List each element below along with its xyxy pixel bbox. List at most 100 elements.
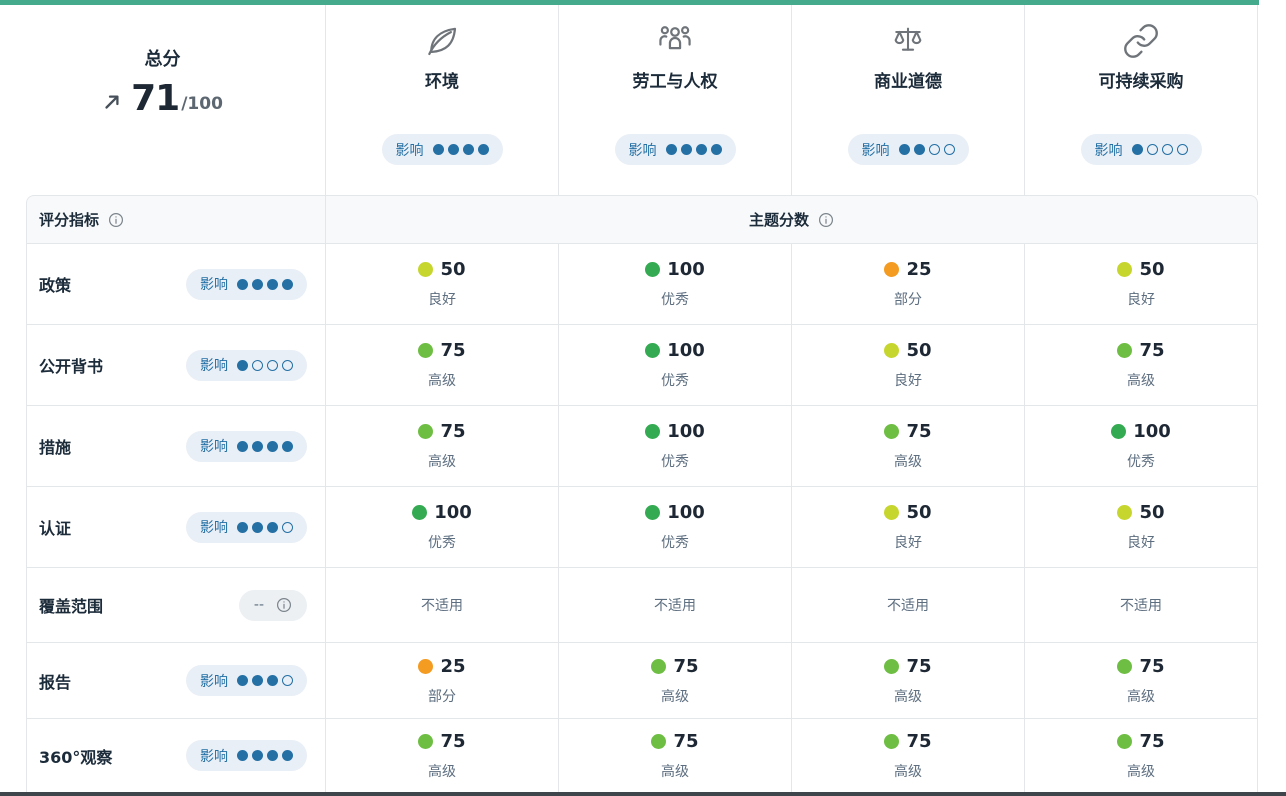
score-cell: 75高级: [1024, 642, 1258, 718]
score-rating: 部分: [894, 289, 922, 309]
column-header: 环境影响: [325, 5, 558, 195]
info-icon[interactable]: [276, 597, 292, 613]
criteria-row-label-cell: 覆盖范围--: [0, 567, 325, 642]
criteria-label: 政策: [39, 272, 71, 296]
score-line: 75: [418, 340, 465, 361]
criteria-label: 认证: [39, 515, 71, 539]
info-icon[interactable]: [818, 212, 834, 228]
score-line: 100: [645, 259, 705, 280]
impact-dot: [282, 441, 293, 452]
score-line: 75: [651, 656, 698, 677]
score-value: 75: [906, 656, 931, 677]
score-value: 75: [440, 340, 465, 361]
score-value: 100: [667, 340, 705, 361]
na-cell: 不适用: [1024, 567, 1258, 642]
total-score-line: 71 /100: [102, 81, 223, 117]
criteria-row-inner: 公开背书影响: [26, 324, 325, 405]
impact-badge: 影响: [186, 512, 307, 543]
score-value: 50: [1139, 259, 1164, 280]
score-line: 75: [884, 421, 931, 442]
score-cell: 100优秀: [558, 405, 791, 486]
criteria-row-label-cell: 措施影响: [0, 405, 325, 486]
impact-dot: [252, 279, 263, 290]
column-title: 环境: [425, 67, 459, 92]
score-cell: 50 良好: [1024, 243, 1258, 324]
impact-dot: [267, 675, 278, 686]
score-value: 100: [1133, 421, 1171, 442]
score-cell: 25部分: [325, 642, 558, 718]
impact-badge: 影响: [186, 350, 307, 381]
score-rating: 优秀: [428, 532, 456, 552]
impact-dots: [237, 360, 293, 371]
score-line: 50: [1117, 259, 1164, 280]
score-dot: [884, 734, 899, 749]
score-cell: 50良好: [791, 324, 1024, 405]
na-label: 不适用: [887, 595, 929, 615]
trend-up-icon: [102, 92, 122, 112]
score-dot: [412, 505, 427, 520]
impact-label: 影响: [200, 517, 228, 537]
impact-badge: 影响: [186, 269, 307, 300]
criteria-row-inner: 360°观察影响: [26, 718, 325, 792]
people-group-icon: [655, 21, 695, 61]
criteria-header-cell: 评分指标: [0, 195, 325, 243]
score-line: 75: [651, 731, 698, 752]
coverage-dash: --: [254, 597, 264, 613]
score-dot: [884, 505, 899, 520]
topic-scores-header-cell: 主题分数: [325, 195, 1258, 243]
na-label: 不适用: [421, 595, 463, 615]
na-label: 不适用: [1120, 595, 1162, 615]
impact-dot: [282, 360, 293, 371]
impact-dot: [1162, 144, 1173, 155]
score-value: 100: [667, 421, 705, 442]
impact-dot: [1132, 144, 1143, 155]
score-value: 25: [906, 259, 931, 280]
score-line: 50: [884, 502, 931, 523]
impact-dots: [1132, 144, 1188, 155]
impact-label: 影响: [396, 140, 424, 160]
score-dot: [884, 659, 899, 674]
criteria-row-label-cell: 政策 影响: [0, 243, 325, 324]
impact-dots: [237, 279, 293, 290]
score-cell: 100优秀: [1024, 405, 1258, 486]
score-value: 25: [440, 656, 465, 677]
impact-dot: [252, 441, 263, 452]
impact-label: 影响: [200, 355, 228, 375]
summary-cell: 总分 71 /100: [0, 5, 325, 195]
info-icon[interactable]: [108, 212, 124, 228]
score-rating: 高级: [894, 451, 922, 471]
impact-dots: [237, 441, 293, 452]
score-value: 50: [1139, 502, 1164, 523]
score-value: 75: [1139, 340, 1164, 361]
score-dot: [1117, 262, 1132, 277]
impact-dot: [252, 360, 263, 371]
score-dot: [1117, 343, 1132, 358]
impact-dot: [237, 522, 248, 533]
score-line: 75: [1117, 731, 1164, 752]
score-cell: 100优秀: [325, 486, 558, 567]
impact-label: 影响: [200, 671, 228, 691]
score-cell: 75高级: [325, 324, 558, 405]
impact-badge: 影响: [848, 134, 969, 165]
score-dot: [884, 424, 899, 439]
score-cell: 75 高级: [791, 405, 1024, 486]
score-value: 75: [440, 421, 465, 442]
bottom-edge-bar: [0, 792, 1286, 796]
score-cell: 100优秀: [558, 486, 791, 567]
score-value: 75: [673, 731, 698, 752]
na-label: 不适用: [654, 595, 696, 615]
score-rating: 高级: [428, 761, 456, 781]
score-cell: 100优秀: [558, 243, 791, 324]
score-dot: [645, 343, 660, 358]
total-score-max: /100: [181, 94, 223, 114]
score-cell: 75 高级: [1024, 324, 1258, 405]
score-dot: [645, 262, 660, 277]
score-rating: 高级: [1127, 370, 1155, 390]
score-rating: 良好: [1127, 289, 1155, 309]
score-line: 75: [1117, 340, 1164, 361]
score-value: 100: [667, 259, 705, 280]
impact-dots: [899, 144, 955, 155]
score-value: 75: [1139, 656, 1164, 677]
score-line: 25: [418, 656, 465, 677]
criteria-header-title: 评分指标: [39, 209, 99, 230]
